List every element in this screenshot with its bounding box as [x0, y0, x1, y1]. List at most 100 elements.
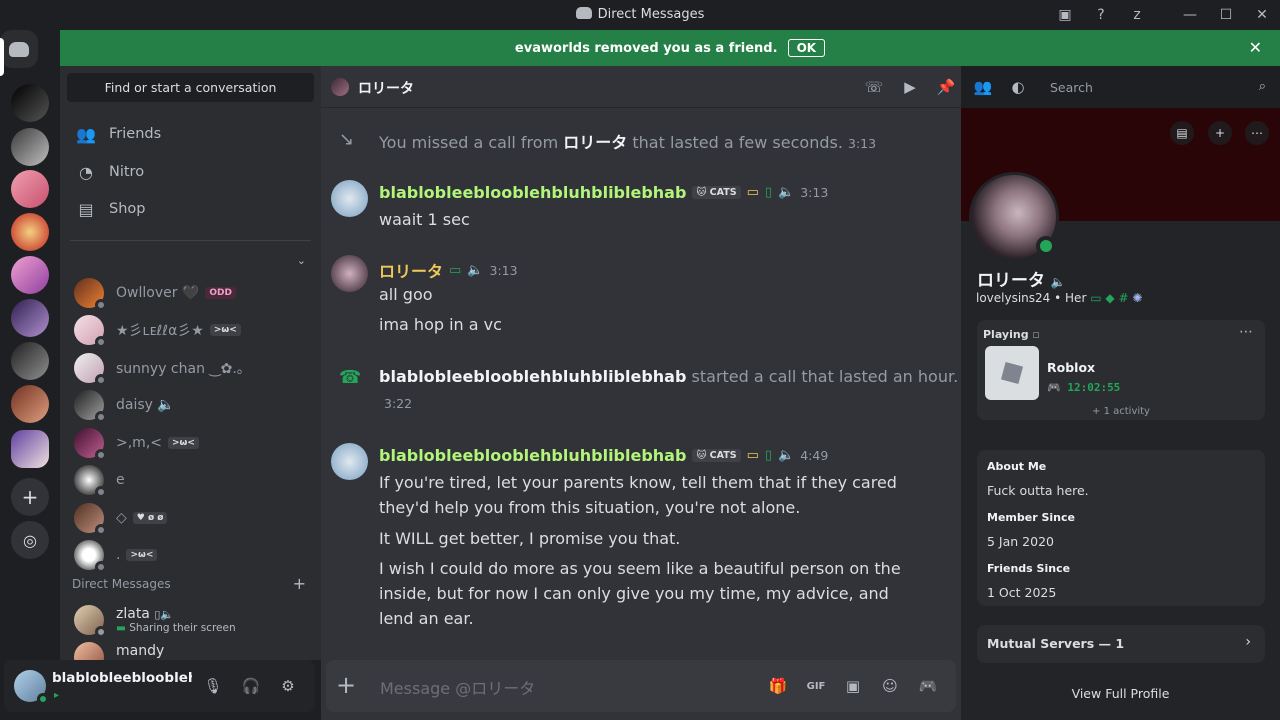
item-51: 12:02:55 — [1067, 381, 1121, 394]
message-text: all goo — [379, 285, 433, 304]
chat-area: ロリータ ☏ ▶ 📌 ↘ You missed a call from ロリータ… — [321, 66, 961, 720]
user-profile-icon[interactable]: ◐ — [1008, 77, 1028, 97]
inbox-icon[interactable]: ▣ — [1054, 5, 1076, 25]
user-name[interactable]: blablobleeblooblehbluhbliblebhab — [52, 670, 192, 686]
item-35: CATS — [709, 187, 737, 198]
help-icon[interactable]: ? — [1090, 5, 1112, 25]
dm-item[interactable]: sunnyy chan ‿✿.｡ — [68, 350, 313, 386]
dm-name: ★彡ʟᴇℓℓα彡★ >ω< — [116, 320, 241, 340]
item-37[interactable]: ロリータ — [379, 258, 443, 282]
item-34[interactable]: blablobleeblooblehbluhbliblebhab — [379, 183, 686, 202]
item-46: ロリータ — [977, 271, 1045, 291]
speaker-icon: 🔈 — [467, 262, 484, 278]
add-friends-to-dm-icon[interactable]: 👥 — [973, 77, 993, 97]
server-icon[interactable] — [11, 299, 49, 337]
profile-avatar[interactable] — [969, 172, 1059, 262]
pin-icon[interactable]: 📌 — [936, 77, 956, 97]
gif-icon[interactable]: GIF — [805, 675, 827, 697]
friends-since-value: 1 Oct 2025 — [987, 585, 1057, 600]
more-icon[interactable]: ⋯ — [1245, 121, 1269, 145]
nav-nitro[interactable]: ◔ Nitro — [68, 155, 313, 189]
status-online — [1036, 236, 1056, 256]
more-icon[interactable]: ⋯ — [1239, 324, 1253, 340]
message-composer[interactable]: + Message @ロリータ 🎁 GIF ▣ ☺ 🎮 — [326, 660, 956, 712]
about-label: About Me — [987, 460, 1047, 473]
idle-user-icon[interactable]: z — [1126, 5, 1148, 25]
dm-item[interactable]: e — [68, 462, 313, 498]
author-avatar[interactable] — [331, 443, 368, 480]
dm-item[interactable]: . >ω< — [68, 537, 313, 573]
dm-item[interactable]: zlata ▯🔈 ▬ Sharing their screen — [68, 600, 313, 640]
find-conversation-button[interactable]: Find or start a conversation — [67, 73, 314, 102]
gift-icon[interactable]: 🎁 — [767, 675, 789, 697]
dm-item[interactable]: mandy — [68, 640, 313, 660]
user-avatar[interactable] — [14, 670, 49, 705]
view-full-profile-link[interactable]: View Full Profile — [961, 686, 1280, 701]
item-14: >,m,< — [116, 435, 162, 451]
game-controller-icon[interactable]: 🎮 — [917, 675, 939, 697]
server-icon[interactable] — [11, 170, 49, 208]
headphones-icon[interactable]: 🎧 — [239, 674, 263, 698]
add-server-button[interactable]: + — [11, 478, 49, 516]
avatar — [74, 503, 107, 536]
item-39: blablobleeblooblehbluhbliblebhab — [379, 367, 687, 386]
emoji-icon[interactable]: ☺ — [879, 675, 901, 697]
dm-item[interactable]: ◇ ♥ ø ø — [68, 500, 313, 536]
message-text: It WILL get better, I promise you that. — [379, 529, 681, 548]
clipboard-icon[interactable]: ▤ — [1170, 121, 1194, 145]
mutual-servers-button[interactable]: Mutual Servers — 1 › — [977, 625, 1265, 663]
dm-item[interactable]: >,m,< >ω< — [68, 425, 313, 461]
system-text: blablobleeblooblehbluhbliblebhab started… — [379, 367, 958, 386]
server-icon[interactable] — [11, 256, 49, 294]
item-44: Search — [1050, 79, 1093, 95]
item-41[interactable]: blablobleeblooblehbluhbliblebhab — [379, 446, 686, 465]
call-icon: ☎ — [339, 367, 362, 388]
settings-gear-icon[interactable]: ⚙ — [276, 674, 300, 698]
create-dm-button[interactable]: + — [293, 574, 306, 593]
recipient-name[interactable]: ロリータ — [358, 78, 414, 98]
mic-icon[interactable]: 🎙 — [201, 674, 225, 698]
item-36: 3:13 — [800, 185, 829, 200]
server-folder-icon[interactable] — [11, 430, 49, 468]
nav-friends[interactable]: 👥 Friends — [68, 117, 313, 151]
dm-name: sunnyy chan ‿✿.｡ — [116, 358, 244, 378]
item-28: Sharing their screen — [129, 622, 236, 634]
missed-call-icon: ↘ — [339, 129, 355, 150]
sticker-icon[interactable]: ▣ — [842, 675, 864, 697]
dm-subtext: ▬ Sharing their screen — [116, 622, 236, 634]
server-icon[interactable] — [11, 84, 49, 122]
dm-item[interactable]: Owllover 🖤 ODD — [68, 275, 313, 311]
close-icon[interactable]: ✕ — [1249, 38, 1262, 57]
discover-button[interactable]: ◎ — [11, 521, 49, 559]
minimize-button[interactable]: — — [1172, 0, 1208, 30]
close-window-button[interactable]: ✕ — [1244, 0, 1280, 30]
nav-shop[interactable]: ▤ Shop — [68, 192, 313, 226]
video-call-icon[interactable]: ▶ — [900, 77, 920, 97]
item-24: Direct Messages — [72, 577, 171, 591]
profile-panel: ▤ + ⋯ ロリータ 🔈 lovelysins24 • Her ▭ ◆ # ✺ … — [961, 108, 1280, 720]
attach-button[interactable]: + — [336, 671, 356, 699]
server-icon[interactable] — [11, 128, 49, 166]
author-avatar[interactable] — [331, 180, 368, 217]
server-icon[interactable] — [11, 385, 49, 423]
message-input[interactable]: Message @ロリータ — [380, 675, 535, 699]
message-author: ロリータ ▭ 🔈 3:13 — [379, 258, 518, 282]
dm-item[interactable]: daisy 🔈 — [68, 387, 313, 423]
message-text: I wish I could do more as you seem like … — [379, 559, 901, 628]
favorites-header[interactable]: ⌄ — [72, 254, 312, 270]
voice-call-icon[interactable]: ☏ — [864, 77, 884, 97]
maximize-button[interactable]: ☐ — [1208, 0, 1244, 30]
dm-item[interactable]: ★彡ʟᴇℓℓα彡★ >ω< — [68, 312, 313, 348]
window-title-text: Direct Messages — [597, 7, 705, 22]
server-icon[interactable] — [11, 213, 49, 251]
banner-ok-button[interactable]: OK — [787, 39, 826, 57]
author-avatar[interactable] — [331, 255, 368, 292]
item-3: 🖤 — [181, 285, 200, 301]
search-input[interactable]: Search ⌕ — [1042, 75, 1272, 99]
home-button[interactable] — [0, 30, 38, 68]
item-11: daisy — [116, 397, 153, 413]
add-friend-icon[interactable]: + — [1208, 121, 1232, 145]
more-activities[interactable]: + 1 activity — [977, 406, 1265, 417]
server-icon[interactable] — [11, 342, 49, 380]
dm-name: daisy 🔈 — [116, 397, 175, 413]
